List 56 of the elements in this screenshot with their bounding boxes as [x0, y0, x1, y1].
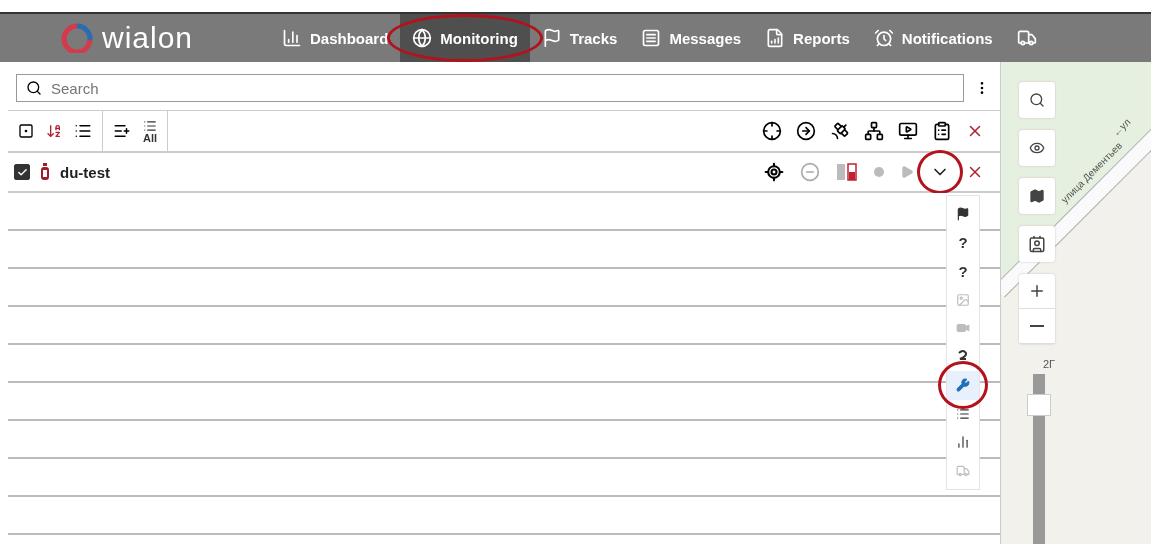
zoom-slider-thumb[interactable] — [1027, 394, 1051, 417]
flag-icon — [956, 207, 970, 222]
list-add-icon[interactable] — [113, 122, 131, 140]
search-icon — [1029, 92, 1045, 108]
nav-tab[interactable]: Notifications — [861, 14, 1005, 62]
unit-icon — [40, 163, 50, 181]
plus-icon — [1028, 282, 1046, 300]
map-search-button[interactable] — [1019, 82, 1055, 118]
contact-button[interactable] — [1019, 226, 1055, 262]
clipboard-icon[interactable] — [932, 121, 952, 141]
dot-icon — [874, 167, 884, 177]
message-icon — [641, 28, 662, 48]
eye-icon — [1029, 140, 1045, 156]
menu-item[interactable]: ? — [947, 257, 979, 286]
minus-icon — [1030, 325, 1044, 327]
eye-button[interactable] — [1019, 130, 1055, 166]
truck-icon — [956, 463, 970, 478]
satellite-icon[interactable] — [830, 121, 850, 141]
nav-tab[interactable]: Dashboard — [270, 14, 401, 62]
network-icon[interactable] — [864, 121, 884, 141]
search-field[interactable]: Search — [16, 74, 964, 102]
monitor-play-icon[interactable] — [898, 121, 918, 141]
map-label: 2Г — [1043, 358, 1056, 370]
map-layers-button[interactable] — [1019, 178, 1055, 214]
search-icon — [26, 80, 42, 96]
nav-tab[interactable]: Reports — [753, 14, 862, 62]
unit-name: du-test — [60, 163, 110, 181]
map-icon — [1029, 188, 1045, 204]
alarm-clock-icon — [873, 28, 894, 48]
nav-tab[interactable]: Monitoring — [400, 14, 530, 62]
truck-icon — [1016, 28, 1037, 48]
add-all-button[interactable]: All — [143, 118, 158, 144]
nav-tab[interactable]: Messages — [629, 14, 754, 62]
globe-icon — [412, 28, 433, 48]
bar-chart-icon — [956, 435, 970, 450]
select-square-icon[interactable] — [18, 123, 34, 139]
logo-icon — [60, 23, 94, 53]
arrow-circle-icon[interactable] — [796, 121, 816, 141]
menu-item[interactable]: ? — [947, 228, 979, 257]
list-icon[interactable] — [74, 122, 92, 140]
logo: wialon — [0, 14, 270, 62]
check-icon — [16, 166, 28, 178]
bar-chart-icon — [282, 28, 302, 48]
street-label: ←ул — [1110, 116, 1133, 139]
sort-az-icon[interactable] — [46, 123, 62, 139]
locate-icon[interactable] — [764, 162, 784, 182]
list-icon — [956, 406, 970, 421]
annotation-circle — [938, 361, 988, 410]
list-icon — [143, 118, 158, 133]
wrench-icon — [956, 378, 970, 393]
contact-card-icon — [1028, 235, 1046, 253]
battery-icon — [836, 162, 858, 182]
checkbox[interactable] — [14, 164, 30, 180]
image-icon — [956, 292, 970, 307]
nav-tab[interactable]: Tracks — [529, 14, 630, 62]
crosshair-icon[interactable] — [762, 121, 782, 141]
